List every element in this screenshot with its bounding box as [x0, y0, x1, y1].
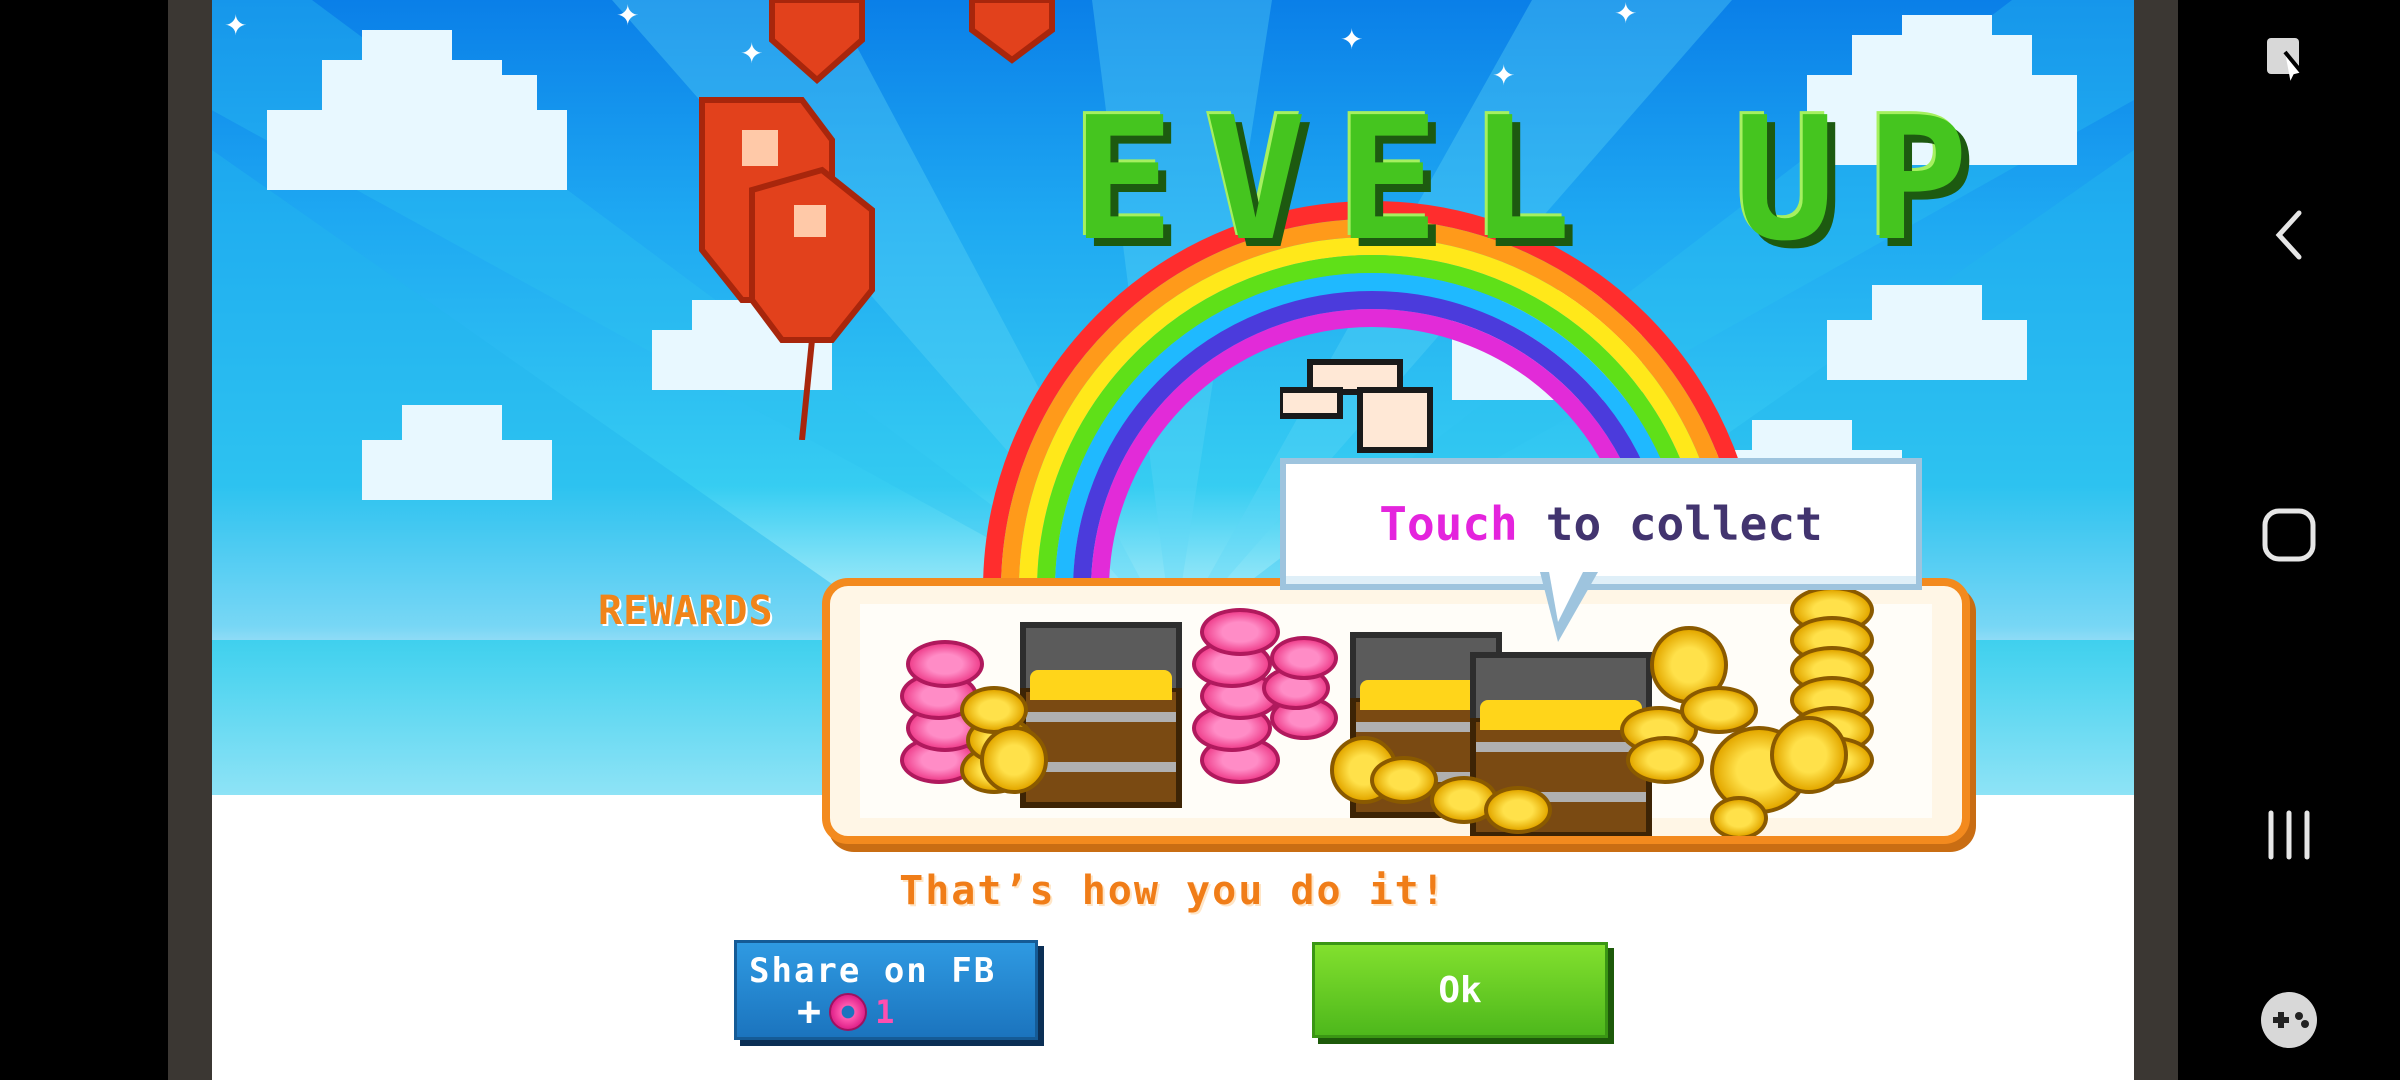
coin-icon	[1370, 756, 1438, 804]
home-icon[interactable]	[2178, 490, 2400, 580]
ok-button[interactable]: Ok	[1312, 942, 1608, 1038]
congrats-message: That’s how you do it!	[899, 868, 1447, 914]
rewards-label: REWARDS	[598, 588, 774, 634]
game-tools-icon[interactable]	[2178, 20, 2400, 100]
screen: ✦ ✦ ✦ ✦ ✦ ✦ EVEL UP Touch to collect REW…	[0, 0, 2400, 1080]
sparkle-icon: ✦	[224, 9, 248, 42]
donut-icon	[829, 993, 868, 1031]
coin-icon	[980, 726, 1048, 794]
donut-icon	[1200, 608, 1280, 656]
coin-icon	[1770, 716, 1848, 794]
character-icon	[1280, 359, 1433, 453]
navigation-bar	[2178, 0, 2400, 1080]
letterbox-left	[168, 0, 212, 1080]
bubble-tail	[1540, 566, 1598, 642]
plus-icon: +	[797, 989, 822, 1035]
share-on-fb-button[interactable]: Share on FB + 1	[734, 940, 1038, 1040]
donut-icon	[906, 640, 984, 688]
bubble-highlight: Touch	[1379, 497, 1518, 551]
sparkle-icon: ✦	[616, 0, 640, 32]
bubble-text: to collect	[1545, 497, 1823, 551]
gamepad-icon[interactable]	[2178, 980, 2400, 1060]
rewards-panel[interactable]	[822, 578, 1970, 844]
share-reward-count: 1	[875, 993, 895, 1031]
sparkle-icon: ✦	[1614, 0, 1638, 30]
coin-icon	[1710, 796, 1768, 836]
back-icon[interactable]	[2178, 190, 2400, 280]
level-up-title: EVEL UP	[1072, 81, 1999, 279]
ok-button-label: Ok	[1438, 969, 1482, 1011]
share-reward: + 1	[797, 989, 894, 1035]
coin-icon	[1626, 736, 1704, 784]
touch-to-collect-bubble[interactable]: Touch to collect	[1280, 458, 1922, 590]
letterbox-right	[2134, 0, 2178, 1080]
sparkle-icon: ✦	[1340, 23, 1364, 56]
donut-icon	[1270, 636, 1338, 680]
level-up-screen[interactable]: ✦ ✦ ✦ ✦ ✦ ✦ EVEL UP Touch to collect REW…	[212, 0, 2134, 1080]
recent-apps-icon[interactable]	[2178, 790, 2400, 880]
share-button-label: Share on FB	[749, 951, 997, 991]
coin-icon	[1484, 786, 1552, 834]
